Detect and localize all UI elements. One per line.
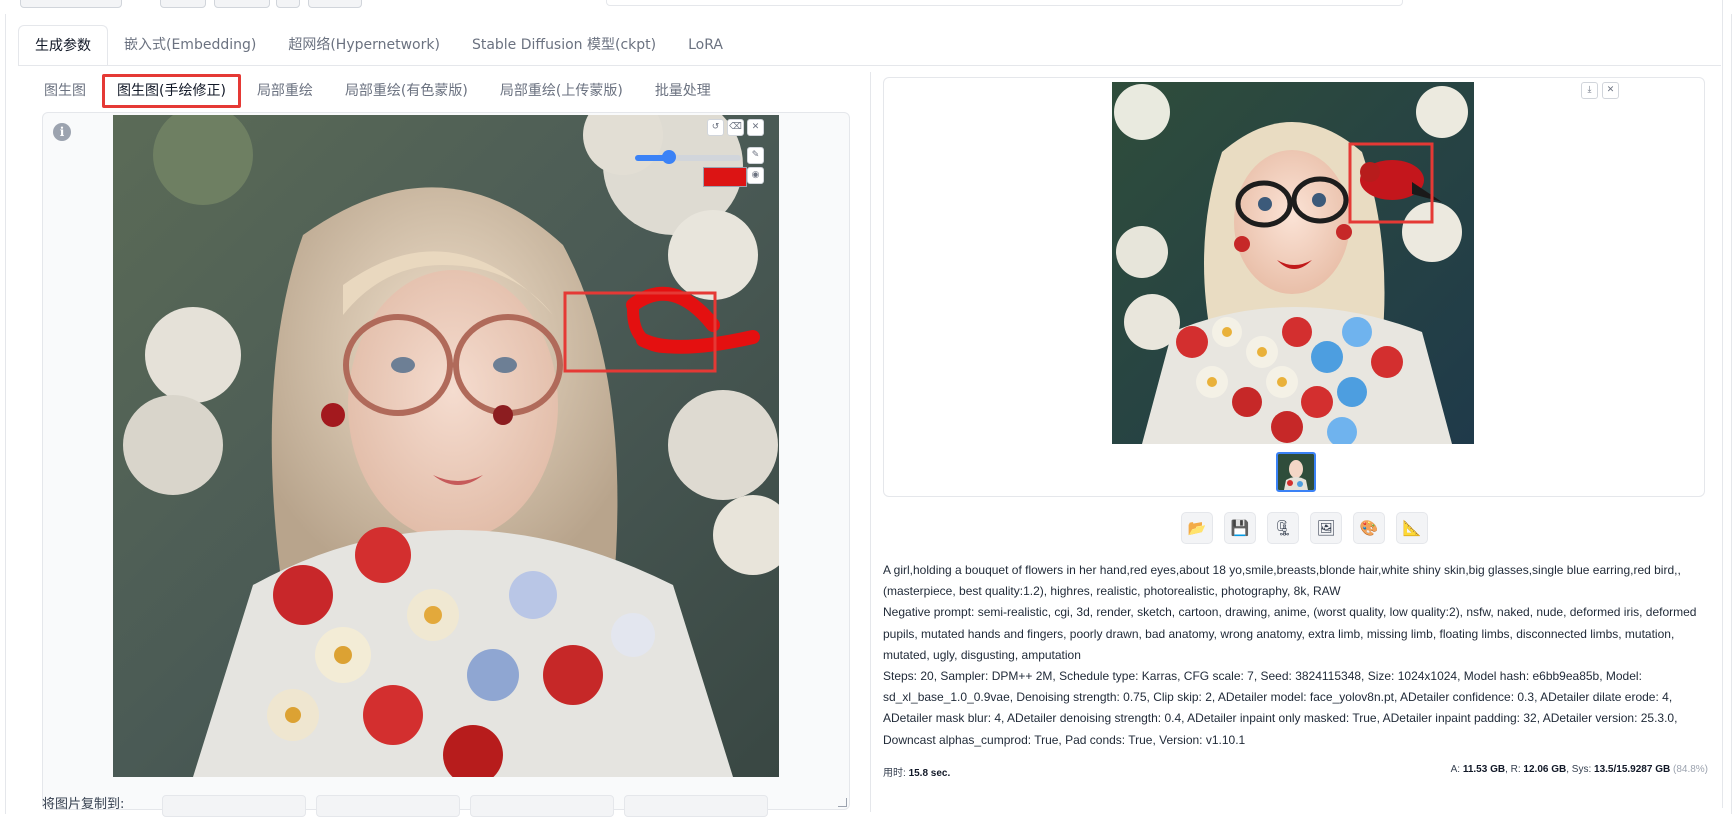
send-to-inpaint-icon[interactable]: 🎨 xyxy=(1353,512,1385,544)
tabs-divider xyxy=(18,65,1721,66)
brush-size-slider[interactable] xyxy=(635,150,741,164)
slider-knob[interactable] xyxy=(661,150,676,164)
tab-embedding[interactable]: 嵌入式(Embedding) xyxy=(108,25,272,65)
generation-info: A girl,holding a bouquet of flowers in h… xyxy=(883,560,1708,751)
vram-r-label: R: xyxy=(1510,764,1521,775)
copy-to-label: 将图片复制到: xyxy=(42,797,125,812)
folder-icon[interactable]: 📂 xyxy=(1181,512,1213,544)
tab-batch[interactable]: 批量处理 xyxy=(639,74,727,108)
vram-r-value: 12.06 GB xyxy=(1523,764,1567,775)
top-toolbar-remnant xyxy=(0,0,1735,12)
download-icon[interactable]: ⤓ xyxy=(1581,82,1598,99)
search-field-fragment[interactable] xyxy=(606,0,1403,6)
sys-label: Sys: xyxy=(1571,764,1592,775)
sys-percent: (84.8%) xyxy=(1672,764,1708,775)
output-actions: 📂 💾 🗜 🖼 🎨 📐 xyxy=(1181,512,1428,544)
generation-settings: Steps: 20, Sampler: DPM++ 2M, Schedule t… xyxy=(883,669,1678,747)
generated-image[interactable] xyxy=(1112,82,1474,444)
save-icon[interactable]: 💾 xyxy=(1224,512,1256,544)
model-selector-fragment[interactable] xyxy=(20,0,122,8)
tab-generation-params[interactable]: 生成参数 xyxy=(18,25,108,66)
toolbar-button-fragment[interactable] xyxy=(160,0,206,8)
close-icon[interactable]: ✕ xyxy=(747,119,764,136)
brush-icon[interactable]: ✎ xyxy=(747,147,764,164)
performance-footer: 用时: 15.8 sec. A: 11.53 GB, R: 12.06 GB, … xyxy=(883,764,1708,779)
toolbar-button-fragment[interactable] xyxy=(308,0,362,8)
copy-to-sketch-button[interactable] xyxy=(316,795,460,817)
tab-sketch[interactable]: 图生图(手绘修正) xyxy=(102,74,241,108)
prompt-line: (masterpiece, best quality:1.2), highres… xyxy=(883,584,1341,599)
tab-img2img[interactable]: 图生图 xyxy=(28,74,102,108)
generated-portrait xyxy=(1112,82,1474,444)
time-label: 用时: xyxy=(883,768,906,779)
tab-inpaint-sketch[interactable]: 局部重绘(有色蒙版) xyxy=(329,74,484,108)
gallery-close-icon[interactable]: ✕ xyxy=(1602,82,1619,99)
color-picker-icon[interactable]: ◉ xyxy=(747,167,764,184)
output-panel: ⤓ ✕ 📂 💾 🗜 🖼 🎨 📐 A girl,holding a bouquet… xyxy=(870,72,1726,812)
zip-icon[interactable]: 🗜 xyxy=(1267,512,1299,544)
thumbnail-preview xyxy=(1278,454,1314,490)
copy-to-inpaint-sketch-button[interactable] xyxy=(624,795,768,817)
copy-to-inpaint-button[interactable] xyxy=(470,795,614,817)
prompt-line: A girl,holding a bouquet of flowers in h… xyxy=(883,563,1681,577)
girl-with-flowers-painting xyxy=(113,115,779,777)
page-scrollbar[interactable] xyxy=(1722,0,1731,808)
tab-inpaint-upload[interactable]: 局部重绘(上传蒙版) xyxy=(484,74,639,108)
resize-handle[interactable] xyxy=(838,798,847,807)
vram-a-value: 11.53 GB xyxy=(1462,764,1506,775)
generation-tabs: 生成参数 嵌入式(Embedding) 超网络(Hypernetwork) St… xyxy=(18,25,739,66)
send-to-extras-icon[interactable]: 📐 xyxy=(1396,512,1428,544)
negative-prompt: Negative prompt: semi-realistic, cgi, 3d… xyxy=(883,605,1697,662)
copy-to-img2img-button[interactable] xyxy=(162,795,306,817)
memory-stats: A: 11.53 GB, R: 12.06 GB, Sys: 13.5/15.9… xyxy=(1450,764,1708,775)
info-icon[interactable]: i xyxy=(53,123,71,141)
toolbar-button-fragment[interactable] xyxy=(214,0,270,8)
brush-color-swatch[interactable] xyxy=(703,167,747,187)
undo-icon[interactable]: ↺ xyxy=(707,119,724,136)
sys-value: 13.5/15.9287 GB xyxy=(1594,764,1671,775)
tab-checkpoint[interactable]: Stable Diffusion 模型(ckpt) xyxy=(456,25,672,65)
clear-icon[interactable]: ⌫ xyxy=(727,119,744,136)
tab-inpaint[interactable]: 局部重绘 xyxy=(241,74,329,108)
output-gallery: ⤓ ✕ xyxy=(883,77,1705,497)
vram-a-label: A: xyxy=(1450,764,1461,775)
tab-lora[interactable]: LoRA xyxy=(672,25,739,65)
source-image[interactable] xyxy=(113,115,779,777)
gallery-thumbnail[interactable] xyxy=(1276,452,1316,492)
toolbar-button-fragment[interactable] xyxy=(276,0,300,8)
time-value: 15.8 sec. xyxy=(908,768,951,779)
sketch-canvas[interactable]: i ↺ ⌫ ✕ ✎ ◉ xyxy=(42,112,850,810)
send-to-img2img-icon[interactable]: 🖼 xyxy=(1310,512,1342,544)
img2img-mode-tabs: 图生图 图生图(手绘修正) 局部重绘 局部重绘(有色蒙版) 局部重绘(上传蒙版)… xyxy=(28,74,727,108)
tab-hypernetwork[interactable]: 超网络(Hypernetwork) xyxy=(272,25,456,65)
img2img-panel: 图生图 图生图(手绘修正) 局部重绘 局部重绘(有色蒙版) 局部重绘(上传蒙版)… xyxy=(28,70,868,810)
